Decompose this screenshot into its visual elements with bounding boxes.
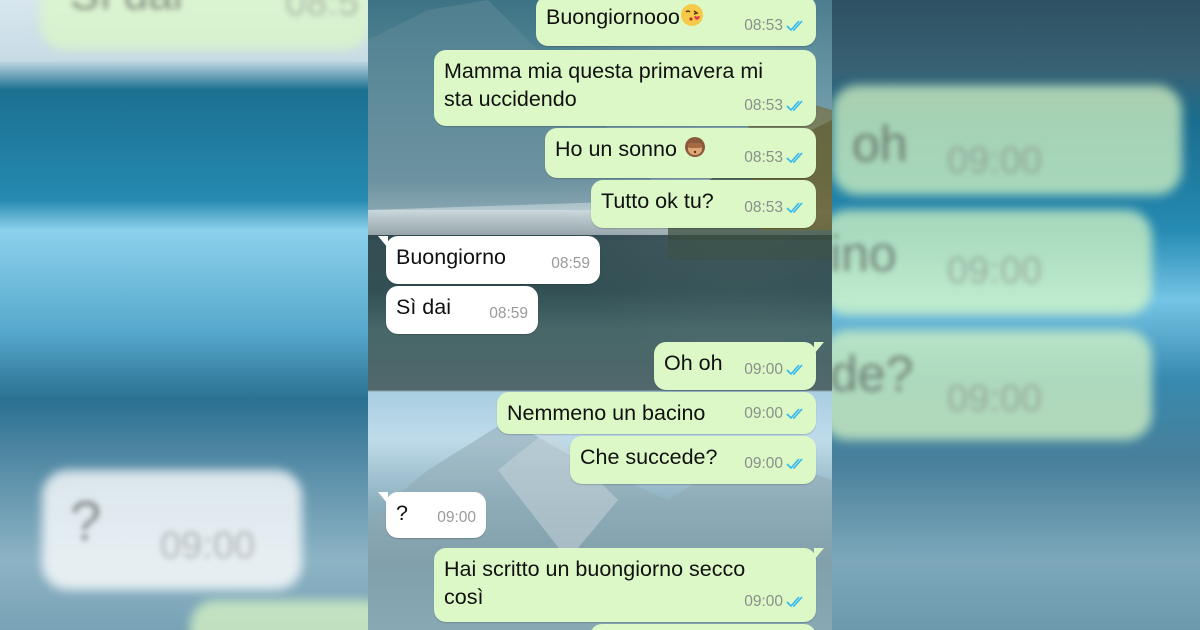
message-text-line: Mamma mia questa primavera mi bbox=[444, 59, 764, 83]
blurred-background-left: Sì dai 08:5 ? 09:00 bbox=[0, 0, 368, 630]
ghost-text: de? bbox=[832, 346, 914, 402]
blurred-background-right: oh 09:00 ino 09:00 de? 09:00 bbox=[832, 0, 1200, 630]
message-bubble-incoming[interactable]: Sì dai 08:59 bbox=[386, 286, 538, 334]
ghost-text: ? bbox=[70, 489, 102, 552]
double-check-read-icon bbox=[786, 458, 803, 470]
see-no-evil-monkey-icon bbox=[684, 137, 705, 157]
ghost-bubble bbox=[190, 600, 368, 630]
message-bubble-outgoing-cutoff bbox=[590, 624, 816, 630]
message-bubble-incoming[interactable]: ? 09:00 bbox=[378, 492, 486, 538]
double-check-read-icon bbox=[786, 364, 803, 376]
ghost-time: 08:5 bbox=[285, 0, 359, 24]
message-time: 08:59 bbox=[489, 305, 528, 322]
bubble-tail bbox=[378, 236, 388, 248]
message-text: Che succede? bbox=[580, 445, 718, 469]
message-text: Oh oh bbox=[664, 351, 723, 375]
message-time: 09:00 bbox=[744, 455, 783, 472]
message-bubble-outgoing[interactable]: Tutto ok tu? 08:53 bbox=[591, 180, 816, 228]
message-time: 09:00 bbox=[744, 361, 783, 378]
message-bubble-outgoing[interactable]: Ho un sonno 08:53 bbox=[545, 128, 816, 178]
double-check-read-icon bbox=[786, 202, 803, 214]
message-bubble-outgoing[interactable]: Nemmeno un bacino 09:00 bbox=[497, 392, 816, 434]
message-time: 08:53 bbox=[744, 199, 783, 216]
bubble-tail bbox=[814, 342, 824, 354]
double-check-read-icon bbox=[786, 152, 803, 164]
double-check-read-icon bbox=[786, 596, 803, 608]
message-text: Ho un sonno bbox=[555, 137, 677, 161]
ghost-text: ino bbox=[832, 226, 897, 282]
message-bubble-outgoing[interactable]: Hai scritto un buongiorno secco così 09:… bbox=[434, 548, 824, 622]
ghost-time: 09:00 bbox=[160, 525, 256, 567]
message-text-line: Hai scritto un buongiorno secco bbox=[444, 557, 746, 581]
message-time: 09:00 bbox=[744, 405, 783, 422]
message-time: 09:00 bbox=[437, 509, 476, 526]
kiss-emoji-icon bbox=[680, 4, 703, 26]
ghost-time: 09:00 bbox=[947, 378, 1043, 420]
message-time: 08:53 bbox=[744, 149, 783, 166]
message-text: Buongiornooo bbox=[546, 5, 680, 29]
message-text: Buongiorno bbox=[396, 245, 506, 269]
message-bubble-outgoing[interactable]: Oh oh 09:00 bbox=[654, 342, 824, 390]
message-bubble-incoming[interactable]: Buongiorno 08:59 bbox=[378, 236, 600, 284]
message-bubble-outgoing[interactable]: Che succede? 09:00 bbox=[570, 436, 816, 484]
chat-conversation: Buongiornooo 08:53 Mamma mia questa prim… bbox=[368, 0, 832, 630]
message-time: 08:53 bbox=[744, 17, 783, 34]
message-text: Tutto ok tu? bbox=[601, 189, 714, 213]
ghost-text: oh bbox=[852, 116, 908, 172]
message-bubble-outgoing[interactable]: Mamma mia questa primavera mi sta uccide… bbox=[434, 50, 816, 126]
double-check-read-icon bbox=[786, 20, 803, 32]
ghost-time: 09:00 bbox=[947, 250, 1043, 292]
double-check-read-icon bbox=[786, 100, 803, 112]
message-text: ? bbox=[396, 501, 408, 525]
bubble-tail bbox=[814, 548, 824, 560]
double-check-read-icon bbox=[786, 408, 803, 420]
ghost-time: 09:00 bbox=[947, 140, 1043, 182]
message-text: Nemmeno un bacino bbox=[507, 401, 706, 425]
message-time: 08:53 bbox=[744, 97, 783, 114]
message-time: 08:59 bbox=[551, 255, 590, 272]
ghost-text: Sì dai bbox=[70, 0, 183, 20]
message-bubble-outgoing[interactable]: Buongiornooo 08:53 bbox=[536, 0, 816, 46]
message-time: 09:00 bbox=[744, 593, 783, 610]
bubble-tail bbox=[378, 492, 388, 504]
message-text: Sì dai bbox=[396, 295, 451, 319]
